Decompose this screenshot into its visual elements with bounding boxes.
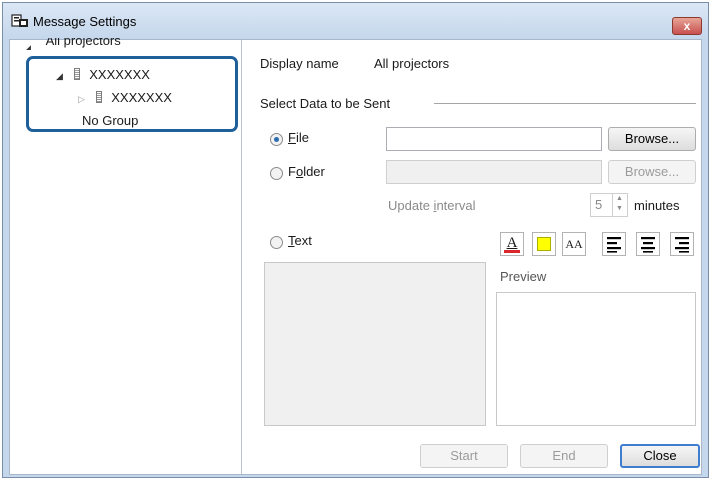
font-color-swatch [504, 250, 520, 253]
app-icon [11, 14, 28, 27]
update-interval-label-pre: Update [388, 198, 434, 213]
title-bar: Message Settings x [3, 3, 708, 39]
font-size-button[interactable]: AA [562, 232, 586, 256]
message-text-area[interactable] [264, 262, 486, 426]
align-center-icon [641, 237, 655, 253]
tree-highlight-frame [26, 56, 238, 132]
spin-up-down-icon[interactable]: ▲ ▼ [612, 194, 626, 216]
tree-root-label: All projectors [45, 38, 121, 48]
text-radio[interactable] [270, 236, 283, 249]
file-browse-button[interactable]: Browse... [608, 127, 696, 151]
update-interval-unit: minutes [634, 198, 680, 213]
end-button[interactable]: End [520, 444, 608, 468]
folder-label-rest: lder [303, 164, 325, 179]
display-name-value: All projectors [374, 56, 450, 71]
start-button[interactable]: Start [420, 444, 508, 468]
select-data-label: Select Data to be Sent [260, 96, 391, 111]
folder-browse-button[interactable]: Browse... [608, 160, 696, 184]
file-radio[interactable] [270, 133, 283, 146]
dialog-client: ◢ All projectors ◢ XXXXXXX ▷ XXXXXXX No … [9, 38, 702, 475]
display-name-label: Display name [260, 56, 339, 71]
update-interval-label-post: nterval [436, 198, 476, 213]
projector-tree: ◢ All projectors ◢ XXXXXXX ▷ XXXXXXX No … [10, 38, 242, 474]
align-right-icon [675, 237, 689, 253]
highlight-color-icon [537, 237, 551, 251]
font-color-icon: A [506, 235, 518, 251]
update-interval-label: Update interval [388, 198, 475, 213]
group-divider [434, 103, 696, 104]
text-label-rest: ext [294, 233, 312, 248]
folder-label-first: F [288, 164, 296, 179]
file-label-rest: ile [295, 130, 309, 145]
close-window-button[interactable]: x [672, 17, 702, 35]
window-title: Message Settings [33, 14, 137, 29]
file-label: File [288, 130, 309, 145]
folder-radio[interactable] [270, 167, 283, 180]
collapse-arrow-icon[interactable]: ◢ [24, 39, 34, 50]
highlight-color-button[interactable] [532, 232, 556, 256]
message-settings-window: Message Settings x ◢ All projectors ◢ XX… [2, 2, 709, 478]
align-left-button[interactable] [602, 232, 626, 256]
tree-item-all-projectors[interactable]: ◢ All projectors [24, 38, 121, 50]
folder-path-input[interactable] [386, 160, 602, 184]
file-path-input[interactable] [386, 127, 602, 151]
preview-label: Preview [500, 269, 547, 284]
preview-area [496, 292, 696, 426]
align-right-button[interactable] [670, 232, 694, 256]
font-size-icon: AA [565, 237, 583, 251]
font-color-button[interactable]: A [500, 232, 524, 256]
align-left-icon [607, 237, 621, 253]
text-label: Text [288, 233, 312, 248]
folder-label: Folder [288, 164, 325, 179]
file-label-mnemonic: F [288, 130, 296, 145]
close-button[interactable]: Close [620, 444, 700, 468]
align-center-button[interactable] [636, 232, 660, 256]
